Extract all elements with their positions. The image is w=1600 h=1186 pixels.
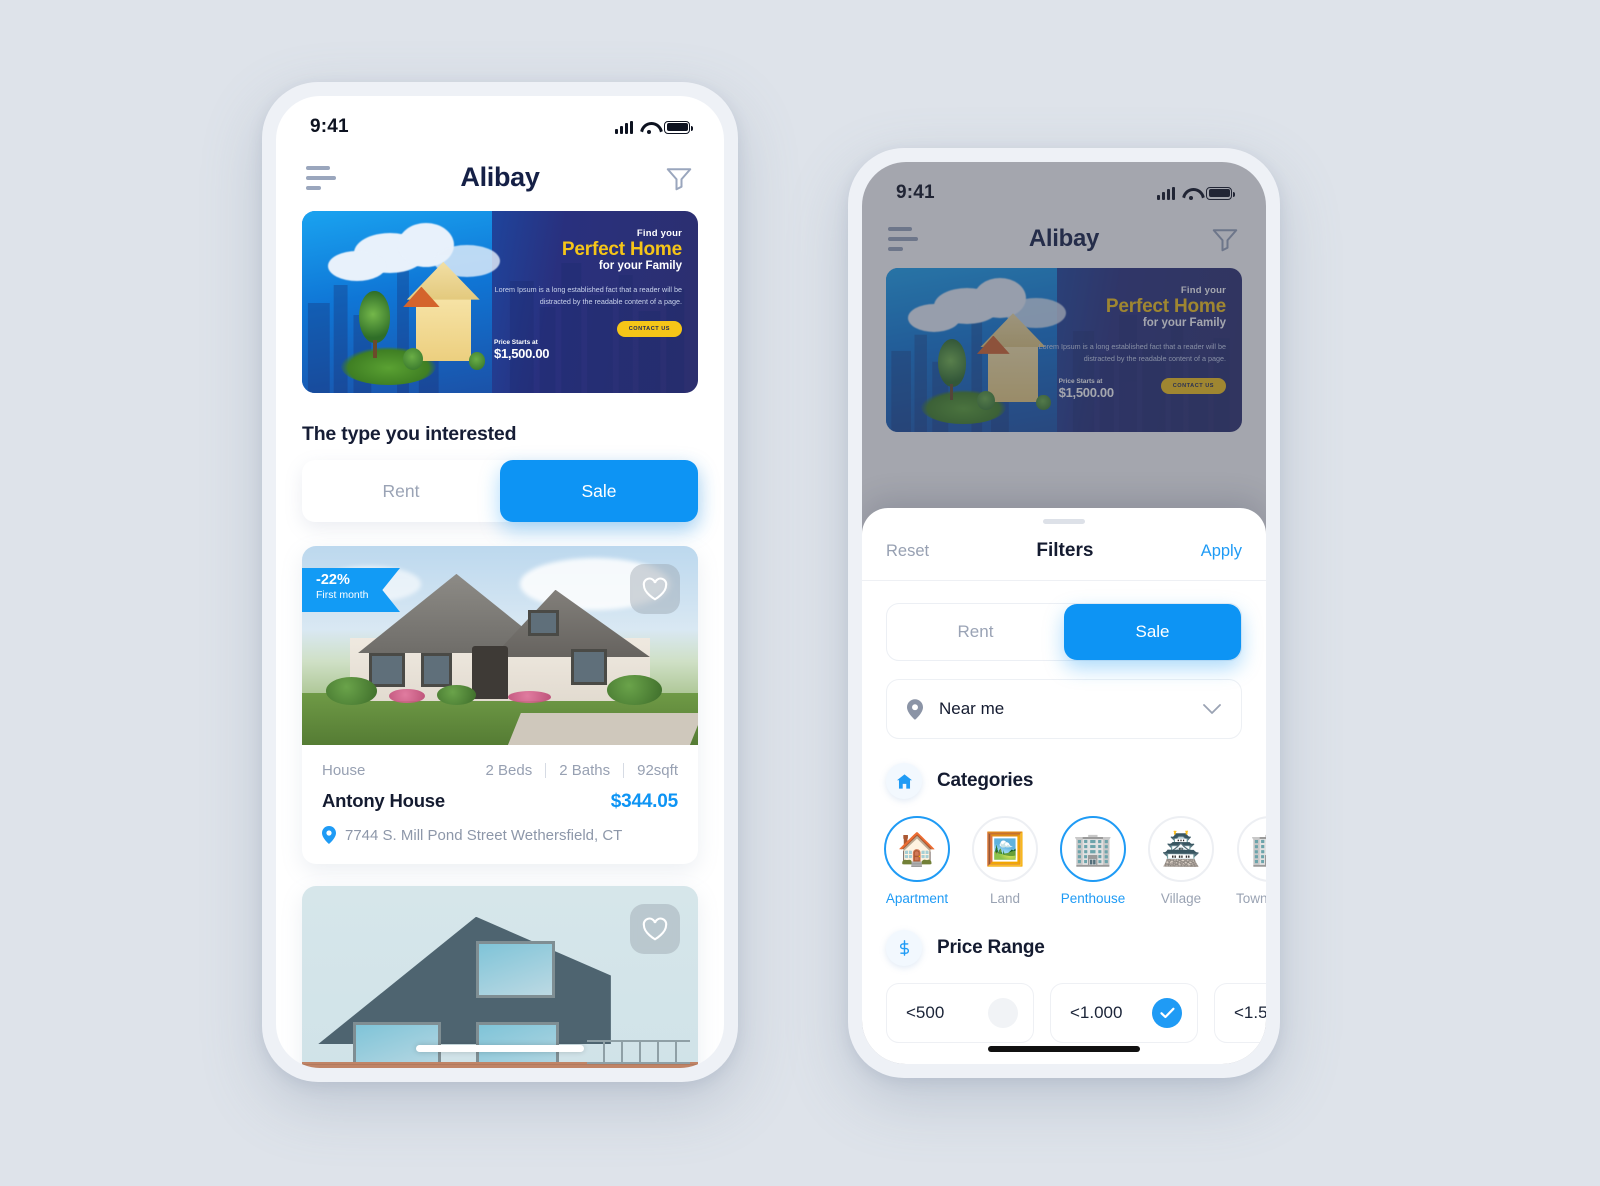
banner-body-text: Lorem Ipsum is a long established fact t… (494, 285, 682, 306)
section-title: The type you interested (302, 423, 517, 445)
segment-option-sale[interactable]: Sale (500, 460, 698, 522)
phone-right: 9:41 Alibay Price Starts at $1,500.00 Fi… (848, 148, 1280, 1078)
property-address-row: 7744 S. Mill Pond Street Wethersfield, C… (322, 826, 678, 844)
categories-section-header: Categories (886, 763, 1242, 799)
category-label: Land (989, 891, 1021, 906)
building-emoji-icon: 🏢 (1237, 816, 1266, 882)
status-icons (615, 120, 693, 134)
property-area: 92sqft (637, 762, 678, 779)
property-details: House 2 Beds 2 Baths 92sqft Antony House… (302, 745, 698, 864)
home-indicator (416, 1045, 584, 1052)
categories-title: Categories (937, 770, 1034, 791)
segment-option-rent[interactable]: Rent (887, 604, 1064, 660)
price-option-500[interactable]: <500 (886, 983, 1034, 1043)
filter-type-segmented-control: Rent Sale (886, 603, 1242, 661)
property-photo: -22% First month (302, 546, 698, 745)
reset-button[interactable]: Reset (886, 542, 929, 561)
banner-price-value: $1,500.00 (494, 346, 550, 361)
map-pin-icon (907, 698, 923, 720)
property-title-row: Antony House $344.05 (322, 790, 678, 813)
home-indicator (988, 1046, 1140, 1052)
framed-picture-emoji-icon: 🖼️ (972, 816, 1038, 882)
property-address: 7744 S. Mill Pond Street Wethersfield, C… (345, 826, 623, 844)
status-time: 9:41 (310, 116, 349, 137)
category-townhouse[interactable]: 🏢 Townhouse (1236, 816, 1266, 906)
banner-price-block: Price Starts at $1,500.00 (494, 339, 549, 361)
price-options-list: <500 <1.000 <1.500 (886, 983, 1266, 1043)
banner-headline: Perfect Home (561, 239, 682, 260)
banner-price-label: Price Starts at (494, 339, 538, 346)
price-option-1500[interactable]: <1.500 (1214, 983, 1266, 1043)
japanese-castle-emoji-icon: 🏯 (1148, 816, 1214, 882)
category-land[interactable]: 🖼️ Land (972, 816, 1038, 906)
wifi-icon (640, 121, 657, 134)
price-option-1000[interactable]: <1.000 (1050, 983, 1198, 1043)
price-option-label: <1.000 (1070, 1003, 1123, 1022)
favorite-button[interactable] (630, 564, 680, 614)
category-label: Village (1160, 891, 1202, 906)
property-name: Antony House (322, 790, 445, 811)
sheet-title: Filters (1036, 540, 1094, 561)
funnel-filter-icon[interactable] (664, 163, 694, 193)
office-building-emoji-icon: 🏢 (1060, 816, 1126, 882)
status-bar-left: 9:41 (276, 96, 724, 148)
category-label: Apartment (885, 891, 949, 906)
category-label: Penthouse (1060, 891, 1126, 906)
property-price: $344.05 (610, 791, 678, 812)
phone-right-screen: 9:41 Alibay Price Starts at $1,500.00 Fi… (862, 162, 1266, 1064)
banner-text-block: Find your Perfect Home for your Family L… (472, 228, 682, 337)
price-option-checkbox[interactable] (988, 998, 1018, 1028)
app-header-left: Alibay (276, 148, 724, 211)
segment-option-rent[interactable]: Rent (302, 460, 500, 522)
battery-full-icon (664, 120, 693, 134)
category-apartment[interactable]: 🏠 Apartment (884, 816, 950, 906)
categories-list: 🏠 Apartment 🖼️ Land 🏢 Penthouse 🏯 Villag… (884, 816, 1266, 906)
hamburger-menu-icon[interactable] (306, 165, 336, 190)
category-village[interactable]: 🏯 Village (1148, 816, 1214, 906)
dollar-icon (886, 930, 922, 966)
chevron-down-icon (1203, 703, 1221, 714)
price-range-title: Price Range (937, 937, 1045, 958)
property-photo (302, 886, 698, 1068)
location-select[interactable]: Near me (886, 679, 1242, 739)
banner-subhead: for your Family (598, 260, 682, 273)
property-list: -22% First month House 2 Beds 2 Baths 92… (276, 546, 724, 1068)
page-title: Alibay (460, 162, 540, 192)
heart-outline-icon (642, 917, 668, 941)
property-card[interactable] (302, 886, 698, 1068)
phone-left: 9:41 Alibay Price Starts at $1,500.00 Fi… (262, 82, 738, 1082)
property-card[interactable]: -22% First month House 2 Beds 2 Baths 92… (302, 546, 698, 864)
property-specs: 2 Beds 2 Baths 92sqft (486, 762, 678, 779)
apply-button[interactable]: Apply (1201, 542, 1242, 561)
favorite-button[interactable] (630, 904, 680, 954)
property-baths: 2 Baths (559, 762, 611, 779)
property-type: House (322, 762, 366, 779)
sheet-body: Rent Sale Near me Categories 🏠 Apartment… (862, 581, 1266, 1043)
price-option-checkbox[interactable] (1152, 998, 1182, 1028)
price-option-label: <500 (906, 1003, 945, 1022)
category-penthouse[interactable]: 🏢 Penthouse (1060, 816, 1126, 906)
heart-outline-icon (642, 577, 668, 601)
type-segmented-control: Rent Sale (302, 460, 698, 522)
home-icon (886, 763, 922, 799)
cellular-bars-icon (615, 120, 633, 134)
property-beds: 2 Beds (485, 762, 533, 779)
price-option-label: <1.500 (1234, 1003, 1266, 1022)
location-value: Near me (939, 699, 1005, 718)
house-emoji-icon: 🏠 (884, 816, 950, 882)
category-label: Townhouse (1236, 891, 1266, 906)
banner-eyebrow: Find your (636, 228, 682, 239)
spec-divider (545, 763, 547, 778)
phone-left-screen: 9:41 Alibay Price Starts at $1,500.00 Fi… (276, 96, 724, 1068)
sheet-header: Reset Filters Apply (862, 524, 1266, 581)
price-section-header: Price Range (886, 930, 1242, 966)
filters-bottom-sheet: Reset Filters Apply Rent Sale Near me Ca… (862, 508, 1266, 1064)
property-meta: House 2 Beds 2 Baths 92sqft (322, 762, 678, 779)
spec-divider (623, 763, 625, 778)
banner-cta-button[interactable]: CONTACT US (616, 320, 682, 337)
segment-option-sale[interactable]: Sale (1064, 604, 1241, 660)
promo-banner[interactable]: Price Starts at $1,500.00 Find your Perf… (302, 211, 698, 393)
map-pin-icon (322, 826, 336, 844)
